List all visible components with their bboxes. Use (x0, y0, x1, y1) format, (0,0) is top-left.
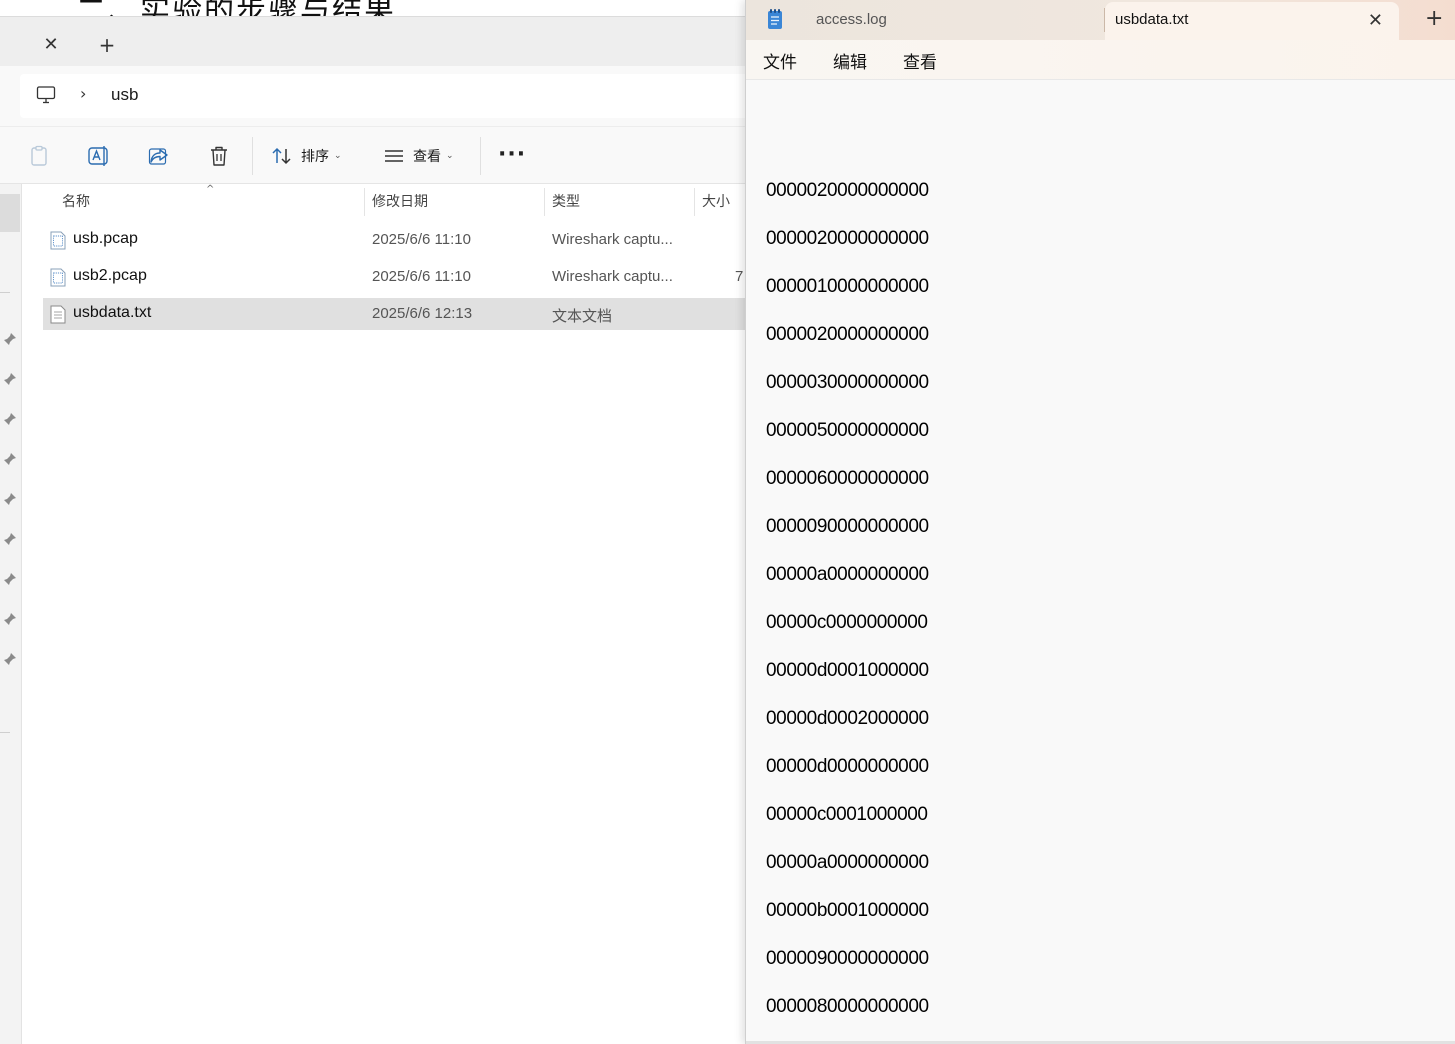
tab-label: usbdata.txt (1115, 11, 1189, 28)
file-type: Wireshark captu... (552, 231, 673, 248)
breadcrumb-usb[interactable]: usb (111, 85, 138, 105)
explorer-tab-bar: ✕ + (0, 16, 745, 66)
pin-icon[interactable] (3, 412, 17, 426)
chevron-down-icon: ⌄ (446, 151, 454, 161)
column-header-date[interactable]: 修改日期 (372, 191, 428, 211)
notepad-text-area[interactable]: 0000020000000000 0000020000000000 000001… (746, 80, 1455, 1044)
close-icon[interactable]: ✕ (1368, 10, 1383, 31)
column-divider[interactable] (364, 188, 365, 216)
file-size: 7 (735, 268, 744, 285)
text-line: 00000d0001000000 (766, 660, 929, 681)
sort-label: 排序 (301, 149, 329, 165)
file-row-usb2-pcap[interactable]: usb2.pcap 2025/6/6 11:10 Wireshark captu… (43, 261, 745, 293)
text-line: 00000a0000000000 (766, 852, 929, 873)
text-line: 0000030000000000 (766, 372, 929, 393)
computer-icon[interactable] (36, 85, 56, 105)
pin-icon[interactable] (3, 572, 17, 586)
view-label: 查看 (413, 149, 441, 165)
nav-selected-item[interactable] (0, 194, 20, 232)
file-row-usbdata-txt[interactable]: usbdata.txt 2025/6/6 12:13 文本文档 (43, 298, 745, 330)
more-icon[interactable]: ··· (498, 142, 526, 167)
file-date: 2025/6/6 11:10 (372, 231, 471, 248)
text-line: 0000010000000000 (766, 276, 929, 297)
notepad-window: access.log usbdata.txt ✕ + 文件 编辑 查看 0000… (745, 0, 1455, 1044)
tab-label: access.log (816, 11, 887, 28)
view-button[interactable]: 查看 ⌄ (383, 144, 454, 168)
new-tab-button[interactable]: + (1425, 6, 1443, 31)
background-heading: 二、实验的步骤与结果 (76, 0, 396, 16)
delete-icon[interactable] (207, 144, 231, 168)
chevron-down-icon: ⌄ (334, 151, 342, 161)
text-line: 00000c0000000000 (766, 612, 928, 633)
pin-icon[interactable] (3, 492, 17, 506)
column-divider[interactable] (544, 188, 545, 216)
address-bar: › usb (0, 66, 745, 126)
sort-icon (272, 147, 291, 165)
text-line: 0000020000000000 (766, 228, 929, 249)
toolbar-separator (480, 137, 481, 175)
notepad-tab-bar: access.log usbdata.txt ✕ + (746, 0, 1455, 40)
pin-icon[interactable] (3, 452, 17, 466)
text-line: 0000050000000000 (766, 420, 929, 441)
file-list-header: ^ 名称 修改日期 类型 大小 (22, 184, 745, 216)
text-line: 00000d0000000000 (766, 756, 929, 777)
text-line: 00000d0002000000 (766, 708, 929, 729)
new-tab-icon[interactable]: + (96, 34, 118, 56)
background-document: 二、实验的步骤与结果 (0, 0, 745, 16)
nav-divider (0, 732, 10, 733)
file-type: 文本文档 (552, 308, 613, 325)
file-name: usb.pcap (73, 230, 138, 247)
tab-usbdata-txt[interactable]: usbdata.txt ✕ (1105, 2, 1399, 40)
text-line: 0000080000000000 (766, 996, 929, 1017)
pin-icon[interactable] (3, 372, 17, 386)
menu-view[interactable]: 查看 (903, 48, 937, 73)
text-line: 00000c0001000000 (766, 804, 928, 825)
pin-icon[interactable] (3, 612, 17, 626)
menu-file[interactable]: 文件 (763, 48, 797, 73)
file-name: usbdata.txt (73, 304, 152, 321)
text-line: 00000a0000000000 (766, 564, 929, 585)
file-date: 2025/6/6 12:13 (372, 305, 473, 322)
navigation-pane (0, 184, 22, 1044)
file-explorer-window: ✕ + › usb 排序 ⌄ 查看 ⌄ ··· ^ 名称 修改日期 类型 大小 … (0, 16, 745, 1044)
file-name: usb2.pcap (73, 267, 147, 284)
menu-edit[interactable]: 编辑 (833, 48, 867, 73)
sort-ascending-icon: ^ (206, 184, 215, 195)
pin-icon[interactable] (3, 652, 17, 666)
pcap-file-icon (50, 268, 66, 287)
text-file-icon (50, 305, 66, 324)
column-header-type[interactable]: 类型 (552, 191, 580, 211)
text-line: 0000020000000000 (766, 324, 929, 345)
text-line: 00000b0001000000 (766, 900, 929, 921)
command-bar: 排序 ⌄ 查看 ⌄ ··· (0, 126, 745, 184)
text-line: 0000020000000000 (766, 180, 929, 201)
text-line: 0000090000000000 (766, 948, 929, 969)
pcap-file-icon (50, 231, 66, 250)
view-icon (385, 150, 403, 162)
file-date: 2025/6/6 11:10 (372, 268, 471, 285)
address-box[interactable]: › usb (20, 74, 745, 118)
close-icon[interactable]: ✕ (40, 34, 62, 56)
pin-icon[interactable] (3, 532, 17, 546)
nav-divider (0, 292, 10, 293)
notepad-app-icon (768, 9, 782, 29)
tab-access-log[interactable]: access.log (746, 0, 1104, 40)
column-divider[interactable] (694, 188, 695, 216)
toolbar-separator (252, 137, 253, 175)
column-header-name[interactable]: 名称 (62, 191, 90, 211)
paste-icon[interactable] (27, 144, 51, 168)
file-row-usb-pcap[interactable]: usb.pcap 2025/6/6 11:10 Wireshark captu.… (43, 224, 745, 256)
column-header-size[interactable]: 大小 (702, 191, 730, 211)
text-line: 0000060000000000 (766, 468, 929, 489)
share-icon[interactable] (147, 144, 171, 168)
rename-icon[interactable] (87, 144, 111, 168)
text-line: 0000090000000000 (766, 516, 929, 537)
sort-button[interactable]: 排序 ⌄ (271, 144, 342, 168)
pin-icon[interactable] (3, 332, 17, 346)
file-type: Wireshark captu... (552, 268, 673, 285)
breadcrumb-separator[interactable]: › (80, 84, 86, 103)
notepad-menu-bar: 文件 编辑 查看 (746, 40, 1455, 80)
